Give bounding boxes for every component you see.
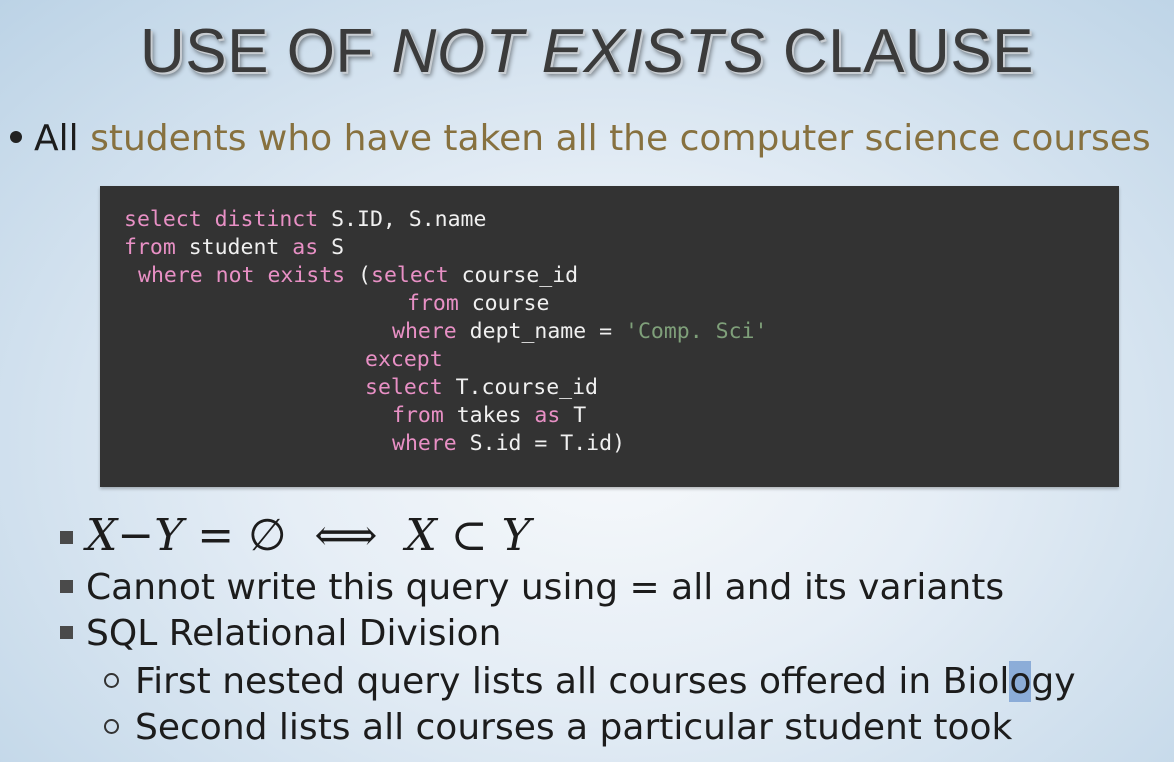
title-part-2-italic: NOT EXISTS [391,17,766,86]
square-bullet-icon [60,625,73,639]
code-text: takes [443,403,535,428]
math-var: Y [154,510,184,561]
subsub-text: First nested query lists all courses off… [135,661,1010,702]
code-line-2: from student as S [124,234,344,262]
math-op: = ∅ ⟺ [183,510,406,561]
title-part-1: USE OF [140,17,374,86]
code-text: S [318,235,345,260]
sub-bullet-text: Cannot write this query using = all and … [86,567,1005,608]
math-var: X [86,510,118,561]
square-bullet-icon [60,530,73,544]
square-bullet-icon [60,579,73,593]
code-string: 'Comp. Sci' [625,319,768,344]
code-line-7: select T.course_id [365,374,598,402]
circle-bullet-icon [104,672,119,688]
code-keyword: as [534,403,561,428]
math-op: ⊂ [436,510,502,561]
code-keyword: where not exists [138,263,346,288]
code-text: S.ID, S.name [318,207,487,232]
code-text: ( [345,263,371,288]
subsub-text: Second lists all courses a particular st… [135,707,1013,748]
main-bullet: All students who have taken all the comp… [8,116,1151,162]
code-keyword: except [365,347,443,372]
circle-bullet-icon [104,718,119,734]
code-text: T.course_id [442,375,599,400]
subsub-bullet-2: Second lists all courses a particular st… [104,706,1012,750]
math-op: − [117,510,155,561]
code-line-5: where dept_name = 'Comp. Sci' [392,318,767,346]
code-keyword: select [371,263,449,288]
sub-bullet-2: Cannot write this query using = all and … [60,566,1004,610]
code-text: dept_name = [456,319,626,344]
code-keyword: where [392,319,457,344]
code-keyword: from [407,291,459,316]
slide-title: USE OF NOT EXISTS CLAUSE [0,16,1174,88]
code-text: T [560,403,587,428]
code-line-6: except [365,346,443,374]
sub-bullet-math: X−Y = ∅ ⟺ X ⊂ Y [60,514,531,561]
subsub-bullet-1: First nested query lists all courses off… [104,660,1076,704]
code-line-8: from takes as T [392,402,586,430]
code-line-1: select distinct S.ID, S.name [124,206,486,234]
code-line-3: where not exists (select course_id [138,262,578,290]
code-text: S.id = T.id) [456,431,626,456]
math-var: Y [501,510,531,561]
sql-code-block: select distinct S.ID, S.name from studen… [100,186,1119,487]
code-text: student [175,235,293,260]
code-keyword: from [124,235,176,260]
code-line-4: from course [407,290,549,318]
code-line-9: where S.id = T.id) [392,430,625,458]
code-keyword: as [292,235,319,260]
code-keyword: select distinct [124,207,319,232]
math-var: X [405,510,437,561]
bullet-dot-icon [10,131,22,143]
title-part-3: CLAUSE [782,17,1034,86]
sub-bullet-text: SQL Relational Division [86,613,502,654]
code-text: course_id [448,263,579,288]
text-cursor-highlight: o [1009,661,1032,702]
set-difference-formula: X−Y = ∅ ⟺ X ⊂ Y [86,510,531,561]
main-bullet-lead: All [34,118,79,159]
code-keyword: from [392,403,444,428]
code-keyword: where [392,431,457,456]
main-bullet-accent-text: students who have taken all the computer… [90,118,1151,159]
code-text: course [458,291,550,316]
sub-bullet-3: SQL Relational Division [60,612,501,656]
code-keyword: select [365,375,443,400]
subsub-text: gy [1031,661,1076,702]
